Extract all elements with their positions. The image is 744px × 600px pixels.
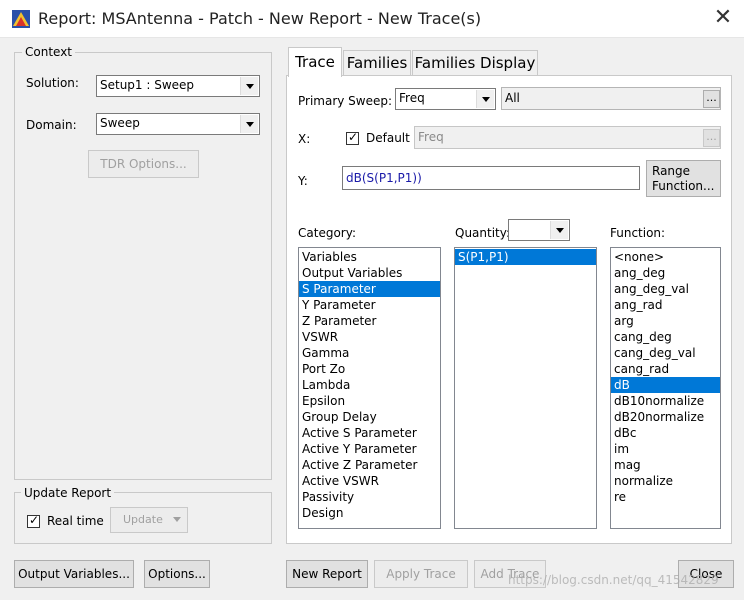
quantity-list[interactable]: S(P1,P1) [454, 247, 597, 529]
list-item[interactable]: Z Parameter [299, 313, 440, 329]
update-button[interactable]: Update [110, 507, 188, 533]
list-item[interactable]: re [611, 489, 720, 505]
list-item-selected[interactable]: dB [611, 377, 720, 393]
update-report-label: Update Report [21, 486, 115, 500]
apply-trace-button[interactable]: Apply Trace [374, 560, 468, 588]
tab-families-display[interactable]: Families Display [412, 50, 538, 76]
chevron-down-icon [476, 90, 494, 108]
list-item[interactable]: Output Variables [299, 265, 440, 281]
x-browse-button[interactable]: ... [703, 129, 720, 147]
list-item[interactable]: cang_rad [611, 361, 720, 377]
list-item[interactable]: Active Z Parameter [299, 457, 440, 473]
list-item[interactable]: dB20normalize [611, 409, 720, 425]
list-item[interactable]: Active S Parameter [299, 425, 440, 441]
list-item[interactable]: dB10normalize [611, 393, 720, 409]
list-item[interactable]: Y Parameter [299, 297, 440, 313]
chevron-down-icon [240, 115, 258, 133]
domain-select[interactable]: Sweep [96, 113, 260, 135]
list-item[interactable]: Epsilon [299, 393, 440, 409]
window-close-button[interactable]: ✕ [706, 4, 740, 34]
category-label: Category: [298, 226, 356, 240]
function-list[interactable]: <none> ang_deg ang_deg_val ang_rad arg c… [610, 247, 721, 529]
quantity-filter-select[interactable] [508, 219, 570, 241]
domain-value: Sweep [100, 116, 140, 130]
new-report-button[interactable]: New Report [286, 560, 368, 588]
domain-label: Domain: [26, 118, 77, 132]
solution-label: Solution: [26, 76, 79, 90]
list-item[interactable]: ang_deg [611, 265, 720, 281]
chevron-down-icon [240, 77, 258, 95]
solution-value: Setup1 : Sweep [100, 78, 195, 92]
list-item[interactable]: Lambda [299, 377, 440, 393]
list-item[interactable]: arg [611, 313, 720, 329]
primary-sweep-range-value: All [505, 91, 520, 105]
list-item[interactable]: Port Zo [299, 361, 440, 377]
tdr-options-button[interactable]: TDR Options... [88, 150, 199, 178]
primary-sweep-value: Freq [399, 91, 425, 105]
list-item[interactable]: Passivity [299, 489, 440, 505]
x-label: X: [298, 132, 311, 146]
list-item-selected[interactable]: S(P1,P1) [455, 249, 596, 265]
quantity-label: Quantity: [455, 226, 511, 240]
update-button-label: Update [123, 513, 163, 526]
chevron-down-icon [550, 221, 568, 239]
primary-sweep-select[interactable]: Freq [395, 88, 496, 110]
realtime-checkbox[interactable] [27, 513, 40, 528]
list-item[interactable]: ang_deg_val [611, 281, 720, 297]
primary-sweep-range-field: All [501, 87, 721, 110]
default-label: Default [366, 131, 410, 145]
list-item[interactable]: VSWR [299, 329, 440, 345]
tab-trace[interactable]: Trace [288, 47, 342, 77]
window-title: Report: MSAntenna - Patch - New Report -… [38, 9, 482, 28]
list-item[interactable]: Group Delay [299, 409, 440, 425]
list-item[interactable]: Active Y Parameter [299, 441, 440, 457]
y-expression-field[interactable]: dB(S(P1,P1)) [342, 166, 640, 190]
list-item[interactable]: cang_deg [611, 329, 720, 345]
list-item-selected[interactable]: S Parameter [299, 281, 440, 297]
solution-select[interactable]: Setup1 : Sweep [96, 75, 260, 97]
primary-sweep-browse-button[interactable]: ... [703, 90, 720, 108]
realtime-label: Real time [47, 514, 104, 528]
y-expression-value: dB(S(P1,P1)) [346, 171, 422, 185]
list-item[interactable]: Design [299, 505, 440, 521]
function-label: Function: [610, 226, 666, 240]
list-item[interactable]: cang_deg_val [611, 345, 720, 361]
x-expression-value: Freq [418, 130, 444, 144]
y-label: Y: [298, 174, 308, 188]
range-function-button[interactable]: Range Function... [646, 160, 721, 197]
list-item[interactable]: im [611, 441, 720, 457]
x-expression-field[interactable]: Freq [414, 126, 721, 149]
tab-families[interactable]: Families [343, 50, 411, 76]
options-button[interactable]: Options... [144, 560, 210, 588]
default-checkbox[interactable] [346, 130, 359, 145]
list-item[interactable]: ang_rad [611, 297, 720, 313]
app-icon [12, 10, 30, 28]
list-item[interactable]: mag [611, 457, 720, 473]
list-item[interactable]: dBc [611, 425, 720, 441]
list-item[interactable]: Gamma [299, 345, 440, 361]
list-item[interactable]: Active VSWR [299, 473, 440, 489]
output-variables-button[interactable]: Output Variables... [14, 560, 134, 588]
primary-sweep-label: Primary Sweep: [298, 94, 393, 108]
context-group-label: Context [22, 45, 76, 59]
list-item[interactable]: Variables [299, 249, 440, 265]
list-item[interactable]: normalize [611, 473, 720, 489]
watermark: https://blog.csdn.net/qq_41542829 [508, 573, 719, 587]
chevron-down-icon [173, 517, 181, 522]
title-bar: Report: MSAntenna - Patch - New Report -… [0, 0, 744, 38]
category-list[interactable]: Variables Output Variables S Parameter Y… [298, 247, 441, 529]
list-item[interactable]: <none> [611, 249, 720, 265]
